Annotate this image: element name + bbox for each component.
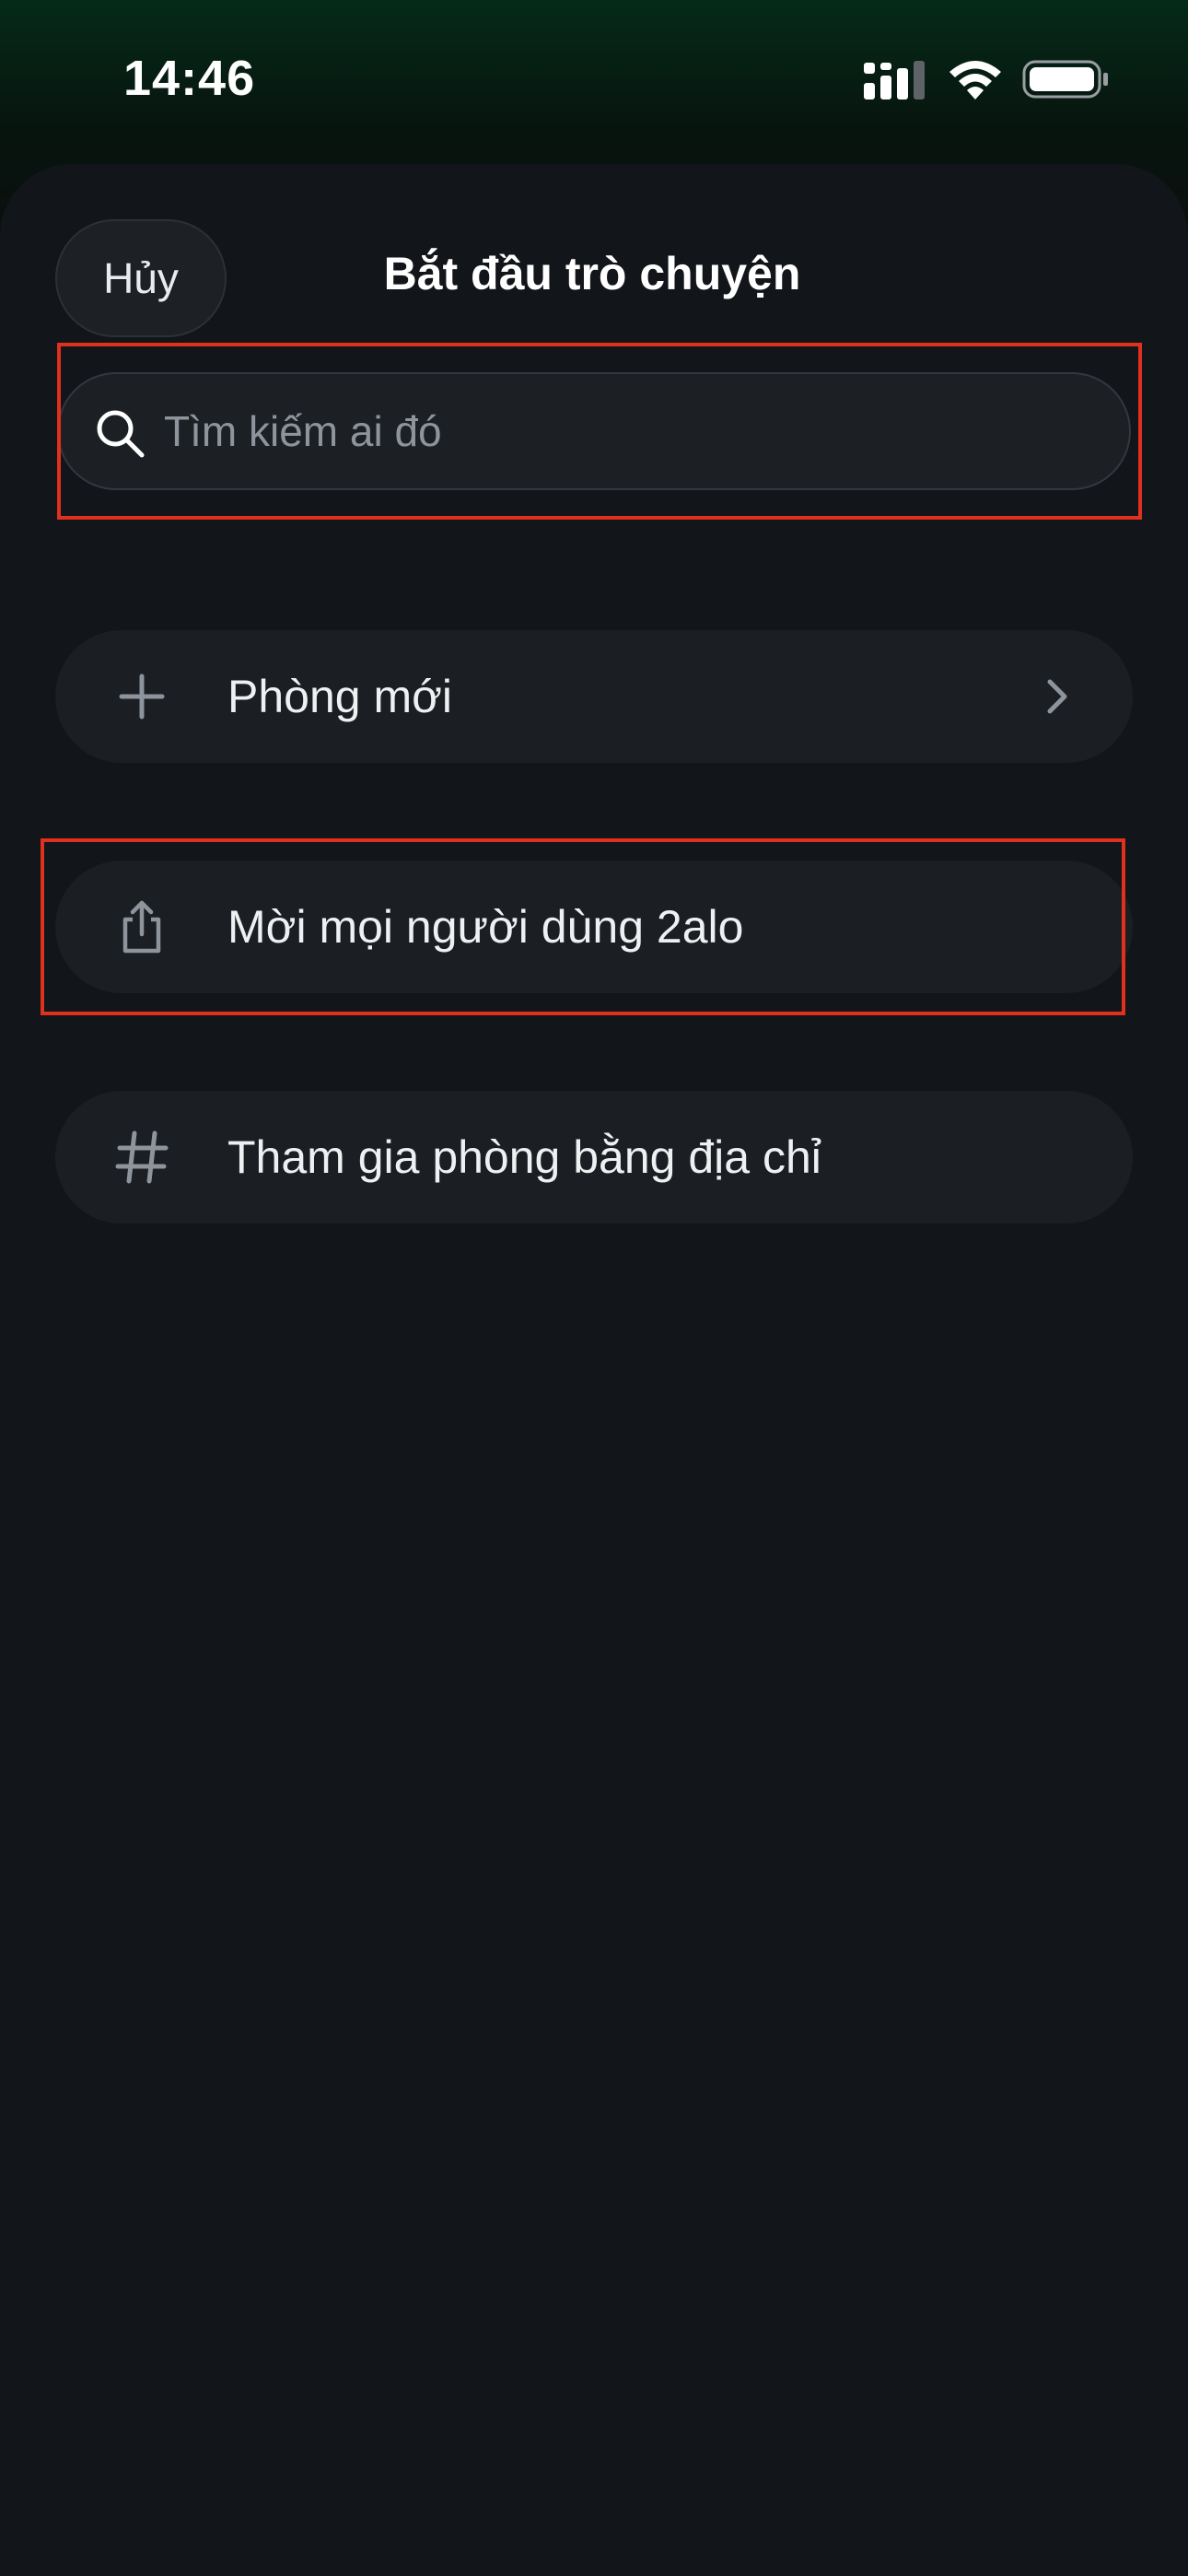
share-icon	[122, 900, 161, 954]
search-icon	[97, 410, 145, 458]
search-input[interactable]	[164, 374, 1103, 488]
new-room-row[interactable]: Phòng mới	[55, 630, 1133, 763]
plus-icon	[119, 673, 165, 720]
search-field[interactable]	[57, 372, 1131, 490]
invite-users-row[interactable]: Mời mọi người dùng 2alo	[55, 861, 1133, 993]
join-room-label: Tham gia phòng bằng địa chỉ	[227, 1131, 821, 1183]
cellular-signal-icon	[864, 61, 925, 100]
status-bar: 14:46	[0, 0, 1188, 157]
status-time: 14:46	[123, 51, 256, 106]
chevron-right-icon	[1047, 679, 1067, 714]
join-room-by-address-row[interactable]: Tham gia phòng bằng địa chỉ	[55, 1091, 1133, 1224]
wifi-icon	[949, 61, 1001, 100]
hash-icon	[115, 1130, 169, 1184]
page-title-text: Bắt đầu trò chuyện	[383, 248, 801, 299]
battery-icon	[1022, 60, 1108, 99]
new-room-label: Phòng mới	[227, 671, 453, 722]
page-title: Bắt đầu trò chuyện	[0, 247, 1188, 300]
bottom-sheet	[0, 164, 1188, 2576]
invite-users-label: Mời mọi người dùng 2alo	[227, 901, 744, 953]
